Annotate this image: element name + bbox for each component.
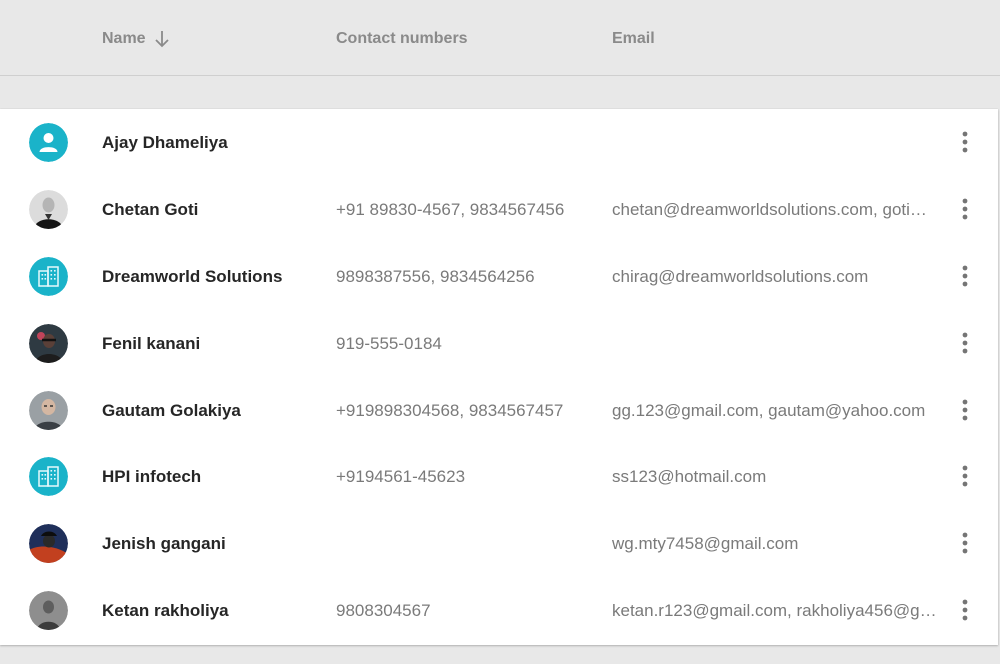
contact-email: chetan@dreamworldsolutions.com, goti@exa… [612, 199, 942, 219]
column-header-email[interactable]: Email [612, 29, 655, 49]
contact-row[interactable]: Chetan Goti +91 89830-4567, 9834567456 c… [0, 176, 998, 243]
contact-name: HPI infotech [102, 467, 202, 487]
contact-name: Ajay Dhameliya [102, 133, 228, 152]
contact-phone: +9194561-45623 [336, 467, 466, 487]
contact-email: wg.mty7458@gmail.com [612, 534, 799, 554]
column-header-name[interactable]: Name [102, 29, 170, 49]
more-vert-icon[interactable] [952, 263, 978, 289]
table-header: Name Contact numbers Email [0, 0, 1000, 76]
contact-email: chirag@dreamworldsolutions.com [612, 266, 869, 286]
contact-row[interactable]: Ketan rakholiya 9808304567 ketan.r123@gm… [0, 577, 998, 644]
contact-row[interactable]: HPI infotech +9194561-45623 ss123@hotmai… [0, 443, 998, 510]
contact-phone: 9808304567 [336, 601, 431, 621]
contact-phone: +91 89830-4567, 9834567456 [336, 199, 565, 219]
contact-name: Ketan rakholiya [102, 601, 229, 621]
more-vert-icon[interactable] [952, 196, 978, 222]
contact-email: ketan.r123@gmail.com, rakholiya456@gmail… [612, 601, 942, 621]
photo-avatar [29, 189, 68, 229]
contact-email: ss123@hotmail.com [612, 467, 767, 487]
contact-name: Chetan Goti [102, 199, 199, 219]
more-vert-icon[interactable] [952, 330, 978, 356]
contacts-list: Ajay Dhameliya Chetan Goti +91 89830-456… [0, 109, 998, 645]
contact-phone: 919-555-0184 [336, 333, 442, 353]
contact-phone: +919898304568, 9834567457 [336, 400, 564, 420]
contact-name: Jenish gangani [102, 534, 226, 554]
contact-row[interactable]: Jenish gangani wg.mty7458@gmail.com [0, 510, 998, 577]
contact-email: gg.123@gmail.com, gautam@yahoo.com [612, 400, 926, 420]
photo-avatar [29, 323, 68, 363]
photo-avatar [29, 390, 68, 430]
more-vert-icon[interactable] [952, 597, 978, 623]
more-vert-icon[interactable] [952, 530, 978, 556]
more-vert-icon[interactable] [952, 463, 978, 489]
more-vert-icon[interactable] [952, 397, 978, 423]
column-header-name-label: Name [102, 30, 146, 47]
contact-row[interactable]: Gautam Golakiya +919898304568, 983456745… [0, 377, 998, 444]
contact-phone: 9898387556, 9834564256 [336, 266, 535, 286]
contact-row[interactable]: Ajay Dhameliya [0, 109, 998, 176]
building-icon [29, 256, 68, 296]
contact-name: Dreamworld Solutions [102, 266, 283, 286]
arrow-down-icon[interactable] [154, 30, 170, 48]
more-vert-icon[interactable] [952, 129, 978, 155]
contact-row[interactable]: Fenil kanani 919-555-0184 [0, 310, 998, 377]
contact-row[interactable]: Dreamworld Solutions 9898387556, 9834564… [0, 243, 998, 310]
contact-name: Fenil kanani [102, 333, 201, 353]
photo-avatar [29, 524, 68, 564]
column-header-contact-numbers[interactable]: Contact numbers [336, 29, 468, 49]
photo-avatar [29, 591, 68, 631]
building-icon [29, 457, 68, 497]
person-icon [29, 123, 68, 162]
contact-name: Gautam Golakiya [102, 400, 241, 420]
